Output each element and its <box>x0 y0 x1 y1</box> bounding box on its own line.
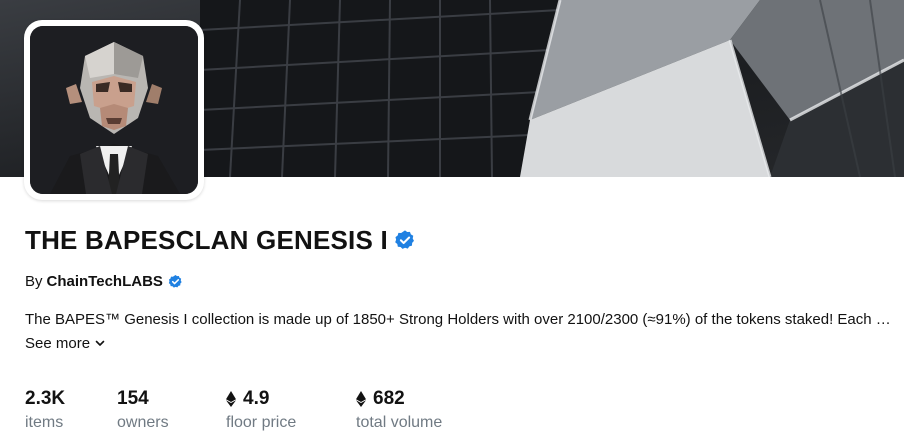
stat-floor-price-label: floor price <box>226 414 297 431</box>
creator-verified-icon <box>168 274 182 288</box>
see-more-button[interactable]: See more <box>25 333 106 353</box>
creator-row: By ChainTechLABS <box>25 270 183 292</box>
stat-owners[interactable]: 154 owners <box>117 387 226 432</box>
ethereum-icon <box>226 391 236 407</box>
see-more-label: See more <box>25 334 91 352</box>
stat-items[interactable]: 2.3K items <box>25 387 117 432</box>
ethereum-icon <box>356 391 366 407</box>
stat-floor-price-value: 4.9 <box>243 388 270 409</box>
collection-stats: 2.3K items 154 owners 4.9 floor price 68… <box>25 387 486 432</box>
stat-floor-price[interactable]: 4.9 floor price <box>226 387 356 432</box>
collection-description: The BAPES™ Genesis I collection is made … <box>25 311 897 328</box>
avatar-image <box>30 26 198 194</box>
chevron-down-icon <box>95 340 105 346</box>
stat-total-volume-value: 682 <box>373 388 405 409</box>
stat-owners-label: owners <box>117 414 169 431</box>
stat-total-volume[interactable]: 682 total volume <box>356 387 486 432</box>
creator-link[interactable]: ChainTechLABS <box>47 273 163 290</box>
stat-owners-value: 154 <box>117 388 149 409</box>
collection-avatar <box>24 20 204 200</box>
stat-total-volume-label: total volume <box>356 414 443 431</box>
stat-items-value: 2.3K <box>25 388 66 409</box>
collection-title-row: THE BAPESCLAN GENESIS I <box>25 222 416 258</box>
verified-badge-icon <box>395 230 414 249</box>
stat-items-label: items <box>25 414 64 431</box>
collection-title: THE BAPESCLAN GENESIS I <box>25 224 388 255</box>
by-label: By <box>25 272 43 290</box>
